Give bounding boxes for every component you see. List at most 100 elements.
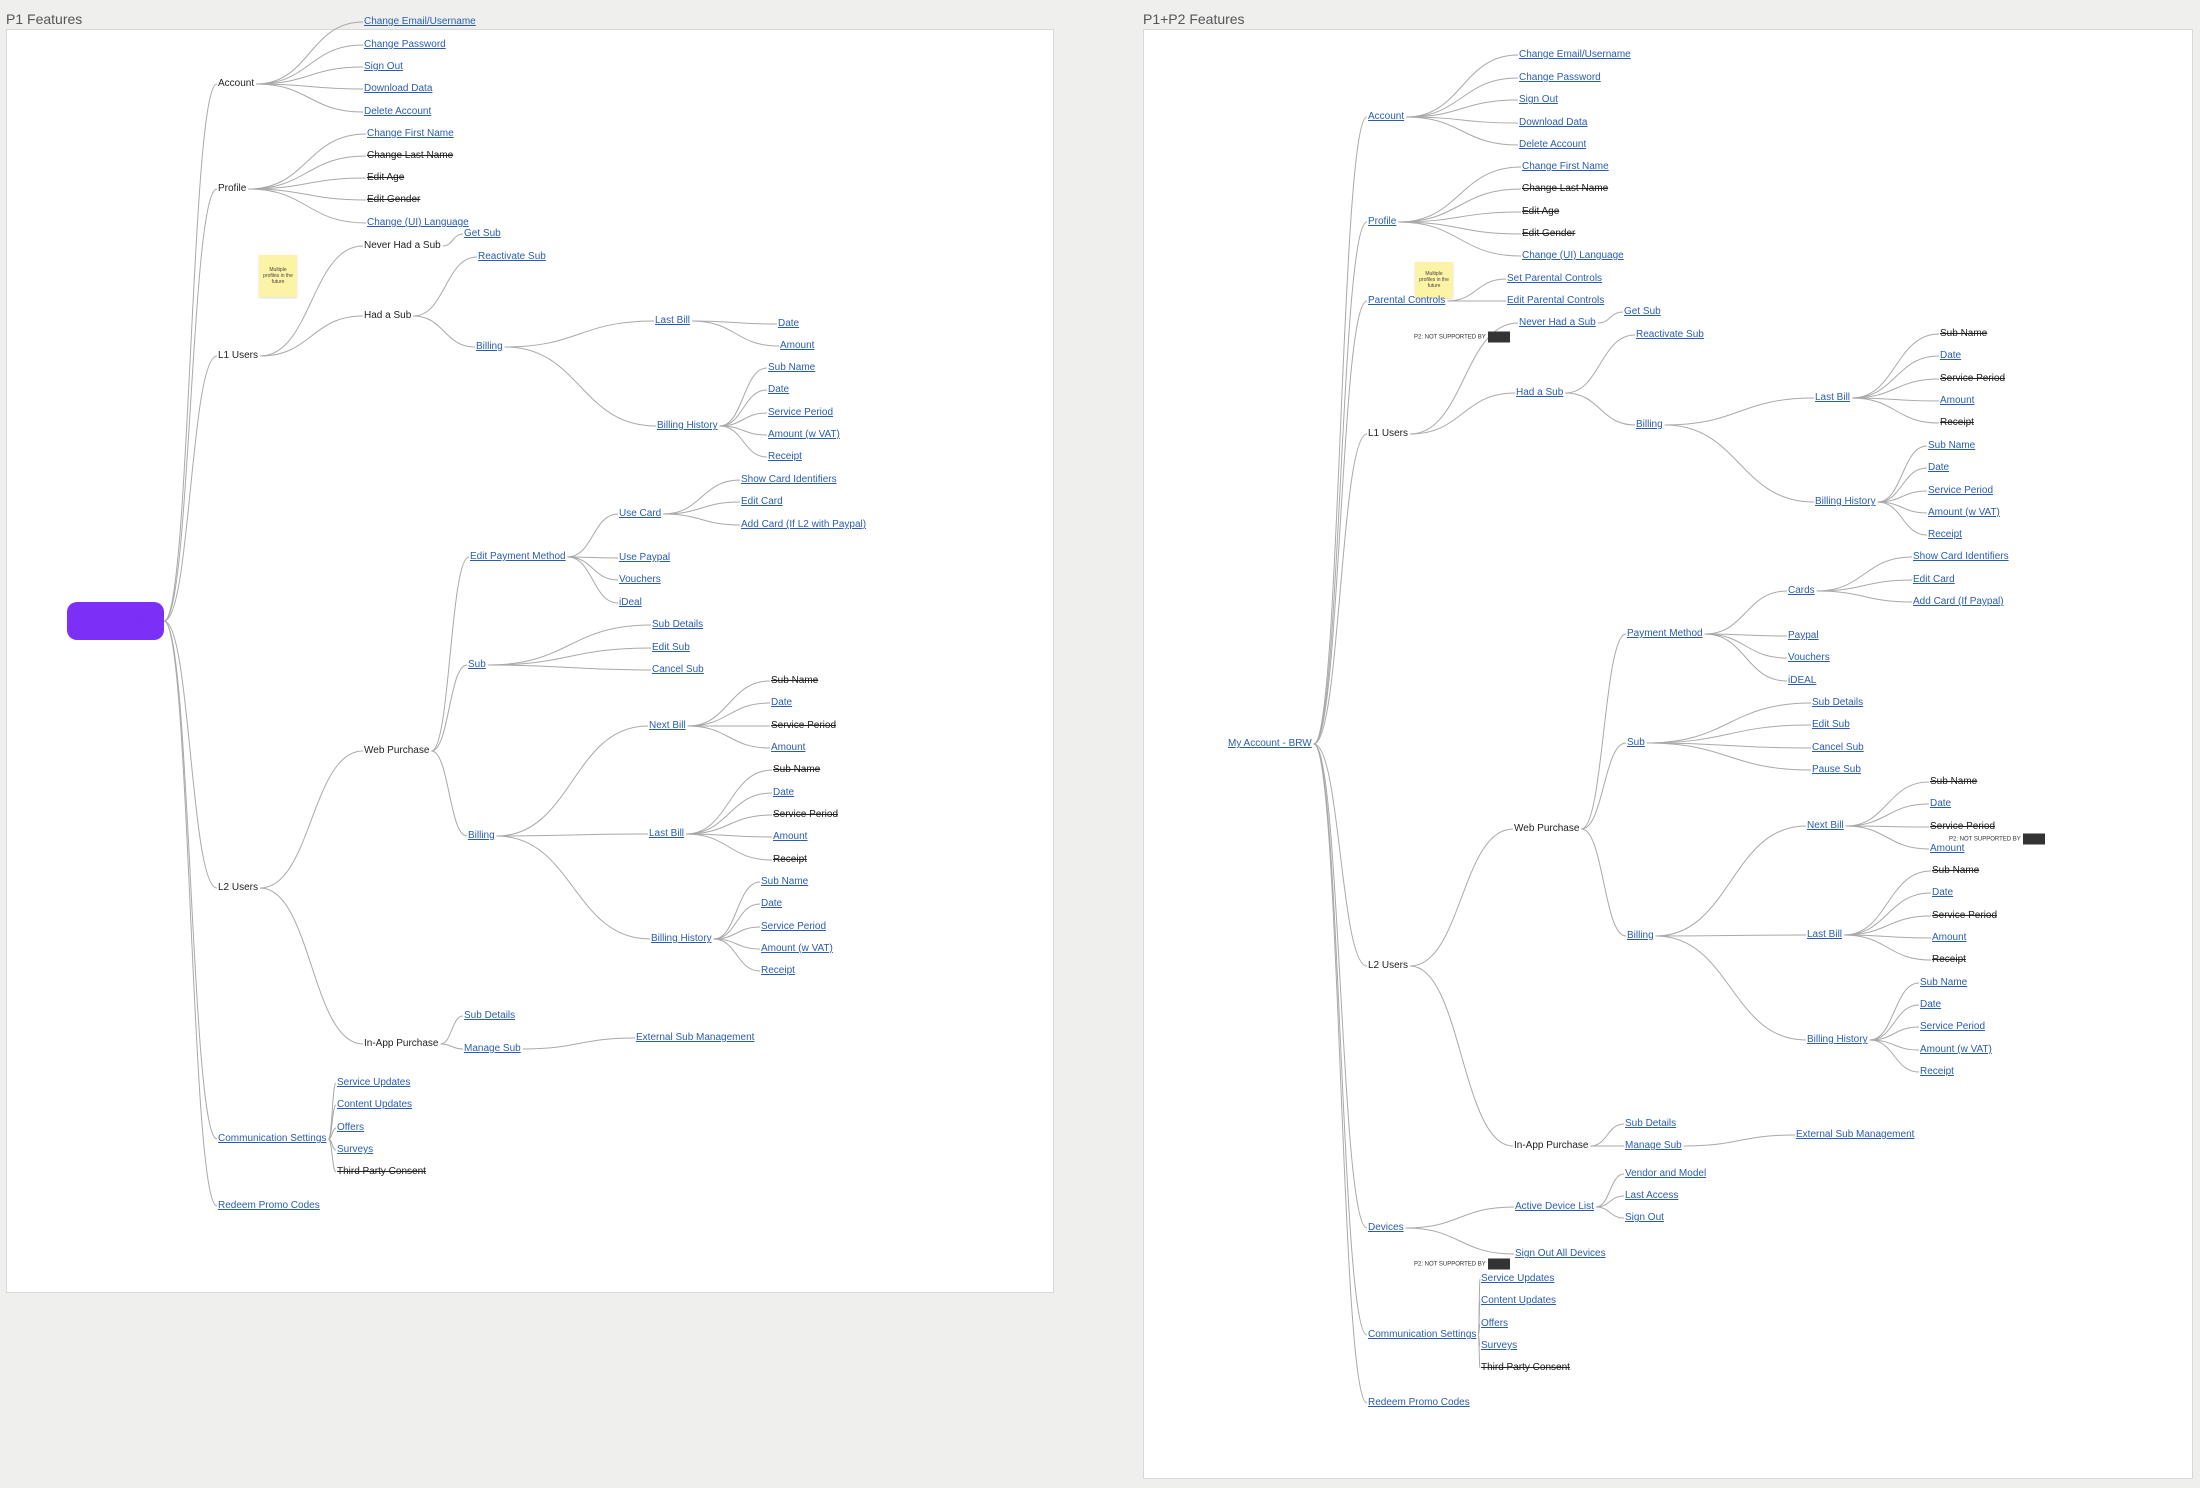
- p2-node-add-card-if-paypal[interactable]: Add Card (If Paypal): [1913, 596, 2004, 608]
- p1-node-offers[interactable]: Offers: [337, 1122, 364, 1134]
- p2-node-delete-account[interactable]: Delete Account: [1519, 139, 1586, 151]
- p1-node-edit-card[interactable]: Edit Card: [741, 496, 783, 508]
- p1-node-cancel-sub[interactable]: Cancel Sub: [652, 664, 704, 676]
- p2-node-my-account-brw[interactable]: My Account - BRW: [1228, 738, 1312, 750]
- p1-node-billing[interactable]: Billing: [468, 830, 495, 842]
- p2-node-sub-name[interactable]: Sub Name: [1928, 440, 1975, 452]
- p1-node-sub-details[interactable]: Sub Details: [652, 619, 703, 631]
- p2-node-edit-card[interactable]: Edit Card: [1913, 574, 1955, 586]
- p2-node-payment-method[interactable]: Payment Method: [1627, 628, 1703, 640]
- p2-node-had-a-sub[interactable]: Had a Sub: [1516, 387, 1563, 399]
- p1-node-date[interactable]: Date: [761, 898, 782, 910]
- p2-node-service-updates[interactable]: Service Updates: [1481, 1273, 1554, 1285]
- p2-node-billing[interactable]: Billing: [1636, 419, 1663, 431]
- p2-node-paypal[interactable]: Paypal: [1788, 630, 1819, 642]
- p2-node-sign-out[interactable]: Sign Out: [1519, 94, 1558, 106]
- p2-node-parental-controls[interactable]: Parental Controls: [1368, 295, 1445, 307]
- p1-node-redeem-promo-codes[interactable]: Redeem Promo Codes: [218, 1200, 320, 1212]
- p1-node-download-data[interactable]: Download Data: [364, 83, 432, 95]
- p1-node-last-bill[interactable]: Last Bill: [649, 828, 684, 840]
- p1-node-content-updates[interactable]: Content Updates: [337, 1099, 412, 1111]
- p1-node-delete-account[interactable]: Delete Account: [364, 106, 431, 118]
- p1-node-ideal[interactable]: iDeal: [619, 597, 642, 609]
- p2-node-change-email-username[interactable]: Change Email/Username: [1519, 49, 1631, 61]
- p2-node-surveys[interactable]: Surveys: [1481, 1340, 1517, 1352]
- p2-node-next-bill[interactable]: Next Bill: [1807, 820, 1844, 832]
- p2-node-reactivate-sub[interactable]: Reactivate Sub: [1636, 329, 1704, 341]
- p2-node-show-card-identifiers[interactable]: Show Card Identifiers: [1913, 551, 2009, 563]
- p2-node-amount-w-vat[interactable]: Amount (w VAT): [1928, 507, 2000, 519]
- p1-node-next-bill[interactable]: Next Bill: [649, 720, 686, 732]
- p1-node-edit-sub[interactable]: Edit Sub: [652, 642, 690, 654]
- p2-node-external-sub-management[interactable]: External Sub Management: [1796, 1129, 1914, 1141]
- p2-node-sign-out[interactable]: Sign Out: [1625, 1212, 1664, 1224]
- p1-node-service-updates[interactable]: Service Updates: [337, 1077, 410, 1089]
- root-node-p1[interactable]: My Account - BRW: [67, 602, 164, 640]
- p2-node-sign-out-all-devices[interactable]: Sign Out All Devices: [1515, 1248, 1606, 1260]
- p2-node-edit-sub[interactable]: Edit Sub: [1812, 719, 1850, 731]
- p1-node-edit-payment-method[interactable]: Edit Payment Method: [470, 551, 566, 563]
- p2-node-devices[interactable]: Devices: [1368, 1222, 1404, 1234]
- p2-node-billing-history[interactable]: Billing History: [1807, 1034, 1868, 1046]
- p1-node-date[interactable]: Date: [768, 384, 789, 396]
- p1-node-amount-w-vat[interactable]: Amount (w VAT): [761, 943, 833, 955]
- p2-node-download-data[interactable]: Download Data: [1519, 117, 1587, 129]
- p1-node-last-bill[interactable]: Last Bill: [655, 315, 690, 327]
- p2-node-date[interactable]: Date: [1932, 887, 1953, 899]
- p1-node-reactivate-sub[interactable]: Reactivate Sub: [478, 251, 546, 263]
- p2-node-date[interactable]: Date: [1930, 798, 1951, 810]
- p1-node-add-card-if-l2-with-paypal[interactable]: Add Card (If L2 with Paypal): [741, 519, 866, 531]
- p2-node-pause-sub[interactable]: Pause Sub: [1812, 764, 1861, 776]
- p2-node-service-period[interactable]: Service Period: [1928, 485, 1993, 497]
- p1-node-change-email-username[interactable]: Change Email/Username: [364, 16, 476, 28]
- p2-node-date[interactable]: Date: [1928, 462, 1949, 474]
- p1-node-amount[interactable]: Amount: [771, 742, 805, 754]
- p2-node-sub[interactable]: Sub: [1627, 737, 1645, 749]
- p2-node-redeem-promo-codes[interactable]: Redeem Promo Codes: [1368, 1397, 1470, 1409]
- p2-node-vendor-and-model[interactable]: Vendor and Model: [1625, 1168, 1706, 1180]
- p1-node-date[interactable]: Date: [771, 697, 792, 709]
- p2-node-amount[interactable]: Amount: [1940, 395, 1974, 407]
- p1-node-sign-out[interactable]: Sign Out: [364, 61, 403, 73]
- p1-node-manage-sub[interactable]: Manage Sub: [464, 1043, 521, 1055]
- p2-node-sub-name[interactable]: Sub Name: [1920, 977, 1967, 989]
- p1-node-sub-name[interactable]: Sub Name: [768, 362, 815, 374]
- p2-node-last-bill[interactable]: Last Bill: [1807, 929, 1842, 941]
- p1-node-receipt[interactable]: Receipt: [761, 965, 795, 977]
- p2-node-last-bill[interactable]: Last Bill: [1815, 392, 1850, 404]
- p2-node-never-had-a-sub[interactable]: Never Had a Sub: [1519, 317, 1596, 329]
- p2-node-date[interactable]: Date: [1940, 350, 1961, 362]
- sticky-note-p2[interactable]: Multiple profiles in the future: [1415, 262, 1453, 298]
- p1-node-use-paypal[interactable]: Use Paypal: [619, 552, 670, 564]
- p2-node-sub-details[interactable]: Sub Details: [1625, 1118, 1676, 1130]
- p2-node-set-parental-controls[interactable]: Set Parental Controls: [1507, 273, 1602, 285]
- p1-node-amount[interactable]: Amount: [780, 340, 814, 352]
- p2-node-amount-w-vat[interactable]: Amount (w VAT): [1920, 1044, 1992, 1056]
- p2-node-change-password[interactable]: Change Password: [1519, 72, 1601, 84]
- p1-node-billing-history[interactable]: Billing History: [651, 933, 712, 945]
- p1-node-change-password[interactable]: Change Password: [364, 39, 446, 51]
- p1-node-surveys[interactable]: Surveys: [337, 1144, 373, 1156]
- p2-node-active-device-list[interactable]: Active Device List: [1515, 1201, 1594, 1213]
- p2-node-manage-sub[interactable]: Manage Sub: [1625, 1140, 1682, 1152]
- p1-node-change-first-name[interactable]: Change First Name: [367, 128, 454, 140]
- p2-node-billing-history[interactable]: Billing History: [1815, 496, 1876, 508]
- p2-node-last-access[interactable]: Last Access: [1625, 1190, 1678, 1202]
- p1-node-amount-w-vat[interactable]: Amount (w VAT): [768, 429, 840, 441]
- p2-node-amount[interactable]: Amount: [1932, 932, 1966, 944]
- p2-node-vouchers[interactable]: Vouchers: [1788, 652, 1830, 664]
- p1-node-get-sub[interactable]: Get Sub: [464, 228, 501, 240]
- p1-node-external-sub-management[interactable]: External Sub Management: [636, 1032, 754, 1044]
- p1-node-vouchers[interactable]: Vouchers: [619, 574, 661, 586]
- p1-node-date[interactable]: Date: [778, 318, 799, 330]
- p2-node-sub-details[interactable]: Sub Details: [1812, 697, 1863, 709]
- p1-node-billing[interactable]: Billing: [476, 341, 503, 353]
- p2-node-account[interactable]: Account: [1368, 111, 1404, 123]
- p2-node-content-updates[interactable]: Content Updates: [1481, 1295, 1556, 1307]
- p1-node-billing-history[interactable]: Billing History: [657, 420, 718, 432]
- p2-node-edit-parental-controls[interactable]: Edit Parental Controls: [1507, 295, 1604, 307]
- p2-node-amount[interactable]: Amount: [1930, 843, 1964, 855]
- p2-node-receipt[interactable]: Receipt: [1928, 529, 1962, 541]
- p1-node-service-period[interactable]: Service Period: [768, 407, 833, 419]
- p2-node-service-period[interactable]: Service Period: [1920, 1021, 1985, 1033]
